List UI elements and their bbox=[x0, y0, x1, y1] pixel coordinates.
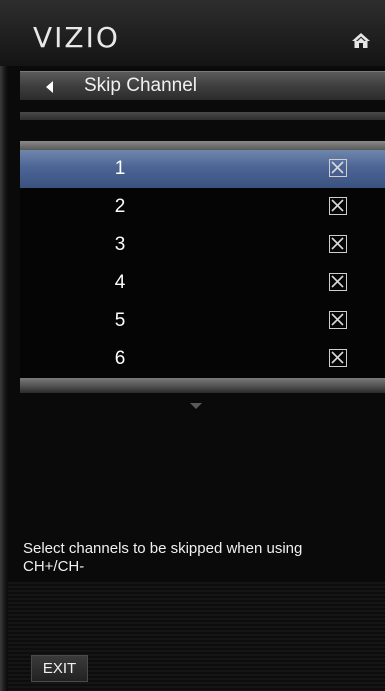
list-bottom-border bbox=[20, 378, 385, 393]
frame-edge bbox=[0, 0, 8, 691]
channel-number: 3 bbox=[114, 234, 126, 255]
channel-number: 4 bbox=[114, 272, 126, 293]
channel-row[interactable]: 3 bbox=[20, 226, 385, 264]
skip-checkbox[interactable] bbox=[329, 311, 347, 329]
scroll-down-arrow-icon[interactable] bbox=[190, 396, 202, 409]
skip-checkbox[interactable] bbox=[329, 159, 347, 177]
divider bbox=[20, 112, 385, 120]
page-title: Skip Channel bbox=[84, 75, 198, 96]
title-bar: Skip Channel bbox=[20, 71, 385, 100]
exit-button[interactable]: EXIT bbox=[31, 655, 88, 682]
skip-channel-menu: VIZIO Skip Channel 1 2 3 4 5 6 Select ch… bbox=[0, 0, 385, 691]
channel-number: 5 bbox=[114, 310, 126, 331]
skip-checkbox[interactable] bbox=[329, 197, 347, 215]
channel-row[interactable]: 6 bbox=[20, 340, 385, 378]
channel-row[interactable]: 2 bbox=[20, 188, 385, 226]
skip-checkbox[interactable] bbox=[329, 235, 347, 253]
list-top-border bbox=[20, 141, 385, 150]
home-icon[interactable] bbox=[351, 32, 371, 50]
skip-checkbox[interactable] bbox=[329, 273, 347, 291]
channel-list: 1 2 3 4 5 6 bbox=[20, 150, 385, 378]
channel-row[interactable]: 5 bbox=[20, 302, 385, 340]
menu-header: VIZIO bbox=[0, 0, 385, 66]
vizio-logo: VIZIO bbox=[33, 21, 120, 54]
channel-number: 1 bbox=[114, 158, 126, 179]
channel-row[interactable]: 4 bbox=[20, 264, 385, 302]
channel-number: 6 bbox=[114, 348, 126, 369]
help-text: Select channels to be skipped when using… bbox=[23, 540, 303, 575]
channel-number: 2 bbox=[114, 196, 126, 217]
channel-row[interactable]: 1 bbox=[20, 150, 385, 188]
left-arrow-icon[interactable] bbox=[45, 80, 55, 93]
skip-checkbox[interactable] bbox=[329, 349, 347, 367]
